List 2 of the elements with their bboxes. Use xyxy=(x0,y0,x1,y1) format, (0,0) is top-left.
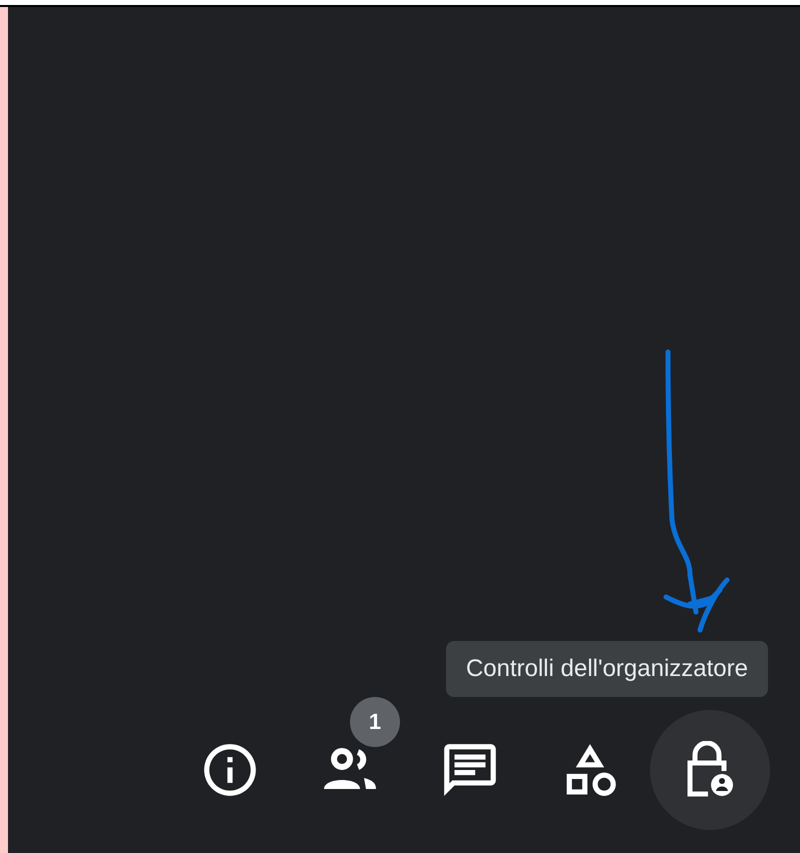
tooltip: Controlli dell'organizzatore xyxy=(446,641,768,697)
count-badge: 1 xyxy=(350,697,400,747)
